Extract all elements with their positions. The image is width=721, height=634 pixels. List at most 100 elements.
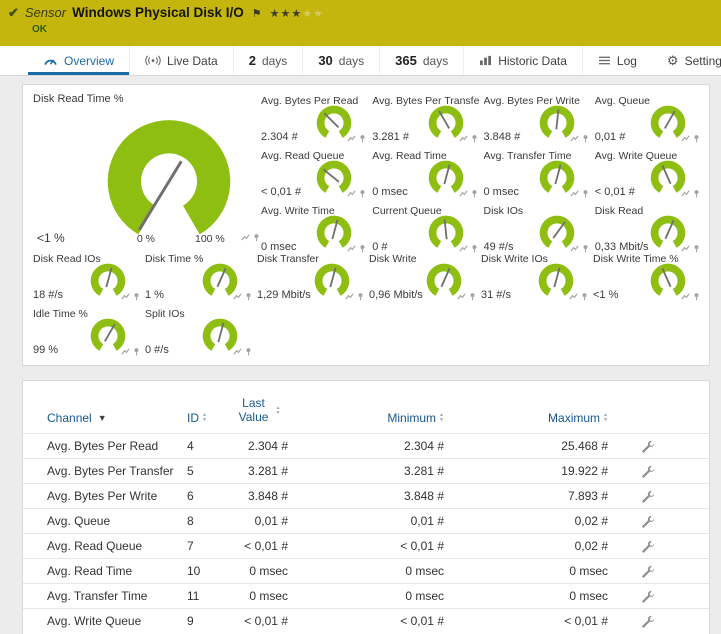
table-row[interactable]: Avg. Transfer Time 11 0 msec 0 msec 0 ms…	[23, 583, 709, 608]
channel-name[interactable]: Avg. Queue	[47, 514, 187, 528]
gauge-graph-icon[interactable]	[569, 292, 578, 301]
column-header-minimum[interactable]: Minimum ▲▼	[288, 411, 444, 425]
channel-gauge[interactable]: Avg. Bytes Per Transfer 3.281 #	[372, 93, 478, 147]
channel-name[interactable]: Avg. Transfer Time	[47, 589, 187, 603]
gauge-pin-icon[interactable]	[692, 292, 701, 301]
channel-settings-icon[interactable]	[641, 565, 654, 578]
gauge-graph-icon[interactable]	[347, 134, 356, 143]
tab-30-days[interactable]: 30 days	[302, 46, 379, 75]
priority-stars[interactable]: ★★★★★	[270, 7, 324, 20]
gauge-pin-icon[interactable]	[468, 292, 477, 301]
channel-gauge[interactable]: Disk Write IOs 31 #/s	[481, 251, 589, 305]
channel-name[interactable]: Avg. Read Time	[47, 564, 187, 578]
channel-settings-icon[interactable]	[641, 540, 654, 553]
gauge-pin-icon[interactable]	[580, 292, 589, 301]
gauge-pin-icon[interactable]	[358, 134, 367, 143]
gauge-pin-icon[interactable]	[244, 347, 253, 356]
gauge-pin-icon[interactable]	[132, 292, 141, 301]
column-header-id[interactable]: ID ▲▼	[187, 411, 227, 425]
gauge-graph-icon[interactable]	[121, 292, 130, 301]
gauge-graph-icon[interactable]	[457, 292, 466, 301]
table-row[interactable]: Avg. Write Queue 9 < 0,01 # < 0,01 # < 0…	[23, 608, 709, 633]
gauge-graph-icon[interactable]	[233, 292, 242, 301]
gauge-graph-icon[interactable]	[121, 347, 130, 356]
channel-settings-icon[interactable]	[641, 440, 654, 453]
channel-name[interactable]: Avg. Bytes Per Transfer	[47, 464, 187, 478]
tab-log[interactable]: Log	[582, 46, 652, 75]
gauge-graph-icon[interactable]	[570, 189, 579, 198]
gauge-pin-icon[interactable]	[132, 347, 141, 356]
channel-gauge[interactable]: Avg. Read Time 0 msec	[372, 148, 478, 202]
gauge-pin-icon[interactable]	[692, 189, 701, 198]
gauge-graph-icon[interactable]	[345, 292, 354, 301]
channel-gauge[interactable]: Disk Write 0,96 Mbit/s	[369, 251, 477, 305]
gauge-pin-icon[interactable]	[581, 134, 590, 143]
gauge-pin-icon[interactable]	[358, 189, 367, 198]
channel-gauge[interactable]: Disk Read 0,33 Mbit/s	[595, 203, 701, 257]
tab-settings[interactable]: ⚙ Settings	[652, 46, 721, 75]
gauge-pin-icon[interactable]	[692, 134, 701, 143]
channel-gauge[interactable]: Avg. Read Queue < 0,01 #	[261, 148, 367, 202]
star-icon[interactable]: ★	[313, 8, 324, 20]
channel-gauge[interactable]: Disk IOs 49 #/s	[484, 203, 590, 257]
channel-name[interactable]: Avg. Read Queue	[47, 539, 187, 553]
gauge-graph-icon[interactable]	[681, 292, 690, 301]
channel-name[interactable]: Avg. Bytes Per Write	[47, 489, 187, 503]
tab-2-days[interactable]: 2 days	[233, 46, 303, 75]
table-row[interactable]: Avg. Read Time 10 0 msec 0 msec 0 msec	[23, 558, 709, 583]
channel-gauge[interactable]: Disk Read IOs 18 #/s	[33, 251, 141, 305]
channel-name[interactable]: Avg. Write Queue	[47, 614, 187, 628]
channel-gauge[interactable]: Split IOs 0 #/s	[145, 306, 253, 360]
primary-gauge[interactable]: Disk Read Time % <1 % 0 % 100 %	[33, 93, 261, 255]
table-row[interactable]: Avg. Read Queue 7 < 0,01 # < 0,01 # 0,02…	[23, 533, 709, 558]
gauge-graph-icon[interactable]	[233, 347, 242, 356]
gauge-graph-icon[interactable]	[459, 134, 468, 143]
column-header-maximum[interactable]: Maximum ▲▼	[444, 411, 608, 425]
star-icon[interactable]: ★	[270, 8, 281, 20]
column-header-last-value[interactable]: Last Value ▲▼	[227, 397, 288, 425]
channel-gauge[interactable]: Avg. Queue 0,01 #	[595, 93, 701, 147]
channel-settings-icon[interactable]	[641, 515, 654, 528]
tab-overview[interactable]: Overview	[28, 46, 129, 75]
channel-maximum: 0,02 #	[444, 539, 608, 553]
table-row[interactable]: Avg. Bytes Per Write 6 3.848 # 3.848 # 7…	[23, 483, 709, 508]
channel-settings-icon[interactable]	[641, 590, 654, 603]
channel-name[interactable]: Avg. Bytes Per Read	[47, 439, 187, 453]
table-row[interactable]: Avg. Bytes Per Read 4 2.304 # 2.304 # 25…	[23, 433, 709, 458]
tab-365-days[interactable]: 365 days	[379, 46, 463, 75]
channel-gauge[interactable]: Avg. Bytes Per Write 3.848 #	[484, 93, 590, 147]
channel-gauge[interactable]: Disk Transfer 1,29 Mbit/s	[257, 251, 365, 305]
gauge-pin-icon[interactable]	[470, 189, 479, 198]
channel-gauge[interactable]: Avg. Bytes Per Read 2.304 #	[261, 93, 367, 147]
channel-gauge[interactable]: Avg. Write Time 0 msec	[261, 203, 367, 257]
gauge-graph-icon[interactable]	[681, 134, 690, 143]
gauge-pin-icon[interactable]	[252, 233, 261, 242]
star-icon[interactable]: ★	[281, 8, 292, 20]
channel-settings-icon[interactable]	[641, 615, 654, 628]
gauge-graph-icon[interactable]	[570, 134, 579, 143]
gauge-graph-icon[interactable]	[347, 189, 356, 198]
gauge-pin-icon[interactable]	[581, 189, 590, 198]
channel-gauge[interactable]: Avg. Transfer Time 0 msec	[484, 148, 590, 202]
gauge-pin-icon[interactable]	[356, 292, 365, 301]
star-icon[interactable]: ★	[302, 8, 313, 20]
table-row[interactable]: Avg. Bytes Per Transfer 5 3.281 # 3.281 …	[23, 458, 709, 483]
star-icon[interactable]: ★	[291, 8, 302, 20]
channel-gauge[interactable]: Current Queue 0 #	[372, 203, 478, 257]
tab-historic-data[interactable]: Historic Data	[463, 46, 582, 75]
channel-gauge[interactable]: Disk Write Time % <1 %	[593, 251, 701, 305]
channel-gauge[interactable]: Disk Time % 1 %	[145, 251, 253, 305]
gauge-pin-icon[interactable]	[244, 292, 253, 301]
priority-flag-icon[interactable]: ⚑	[252, 7, 262, 20]
table-row[interactable]: Avg. Queue 8 0,01 # 0,01 # 0,02 #	[23, 508, 709, 533]
channel-settings-icon[interactable]	[641, 465, 654, 478]
channel-gauge[interactable]: Avg. Write Queue < 0,01 #	[595, 148, 701, 202]
gauge-graph-icon[interactable]	[459, 189, 468, 198]
gauge-graph-icon[interactable]	[241, 233, 250, 242]
tab-live-data[interactable]: Live Data	[129, 46, 233, 75]
gauge-pin-icon[interactable]	[470, 134, 479, 143]
channel-gauge[interactable]: Idle Time % 99 %	[33, 306, 141, 360]
channel-settings-icon[interactable]	[641, 490, 654, 503]
gauge-graph-icon[interactable]	[681, 189, 690, 198]
column-header-channel[interactable]: Channel ▼	[47, 411, 187, 425]
